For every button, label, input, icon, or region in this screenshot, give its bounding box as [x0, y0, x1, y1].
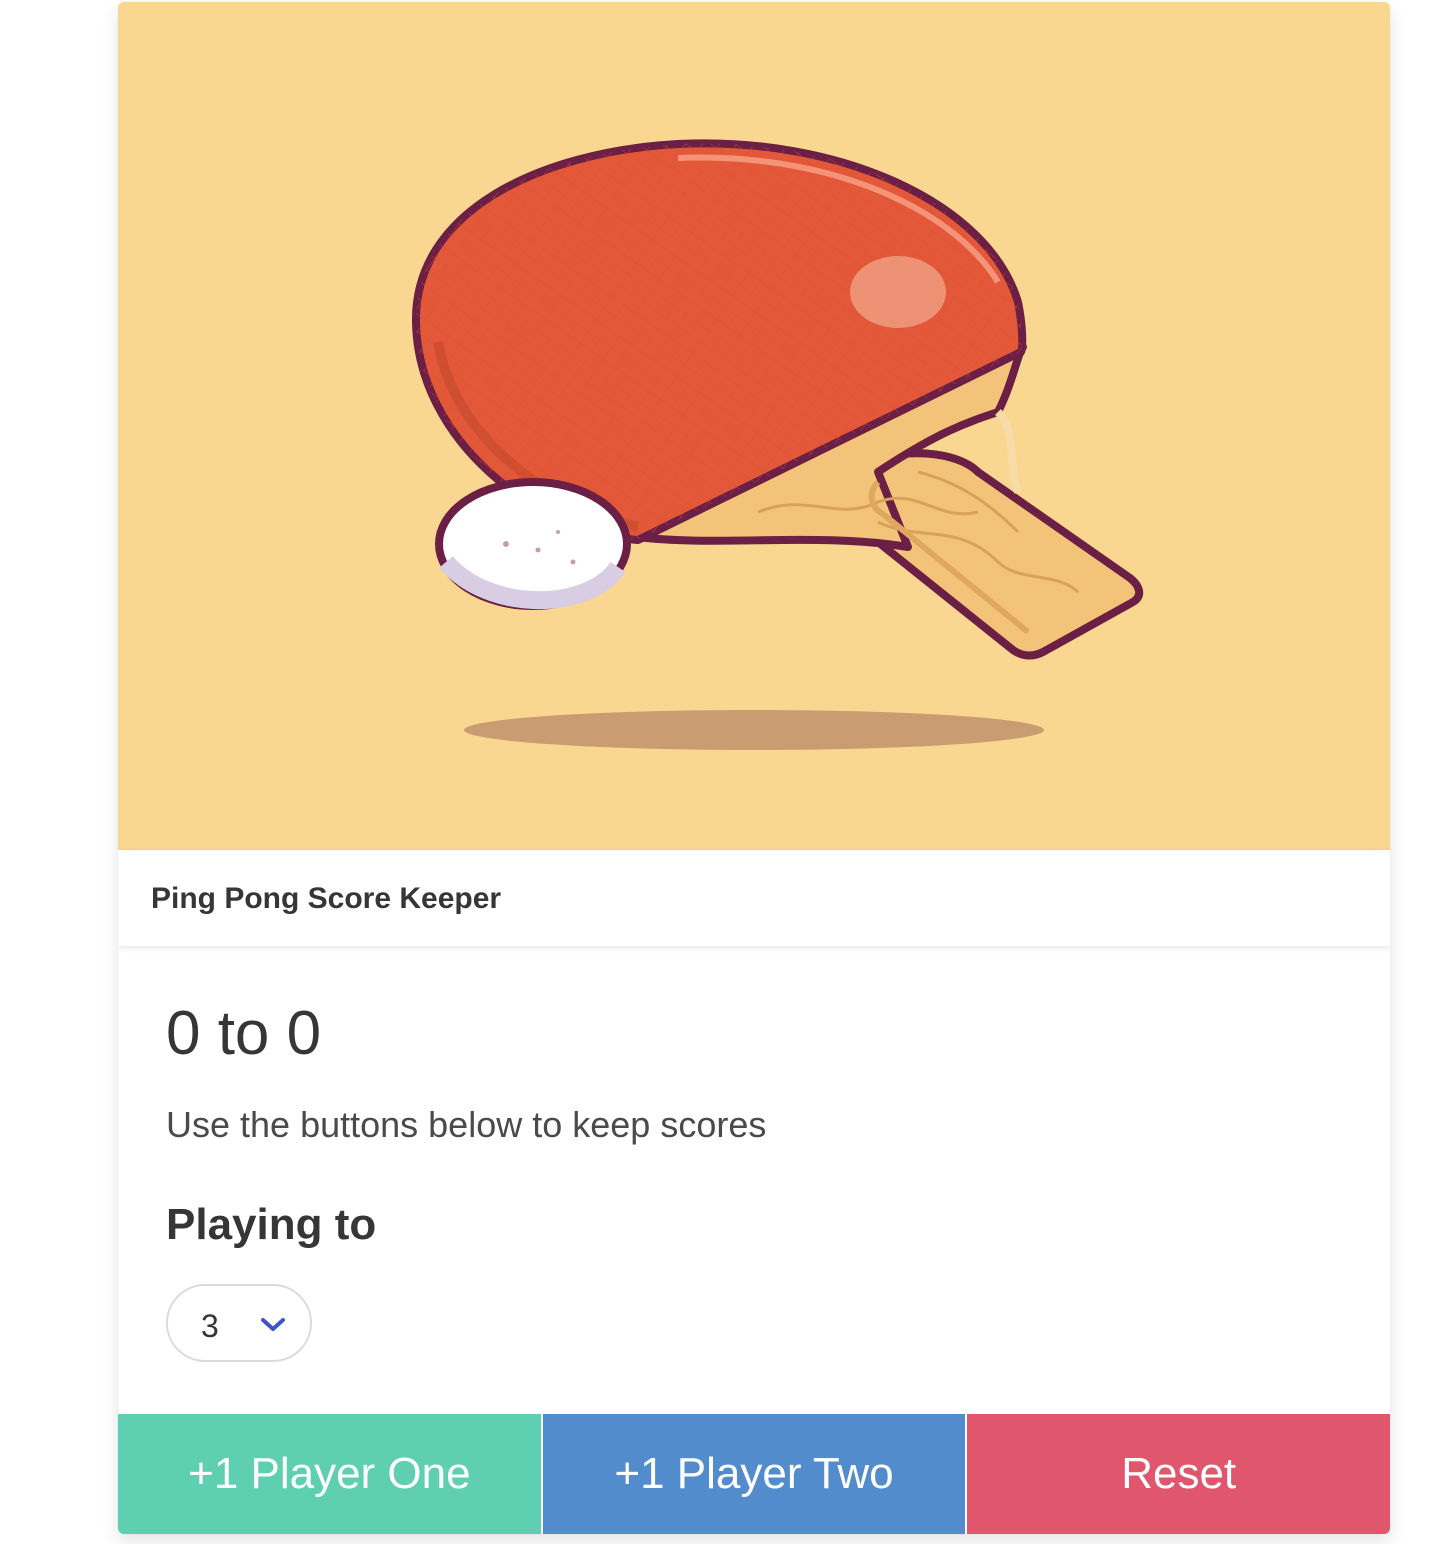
player-two-button[interactable]: +1 Player Two [542, 1414, 966, 1534]
page: Ping Pong Score Keeper 0 to 0 Use the bu… [0, 0, 1438, 1544]
score-keeper-card: Ping Pong Score Keeper 0 to 0 Use the bu… [118, 2, 1390, 1534]
card-image [118, 2, 1390, 850]
reset-button[interactable]: Reset [967, 1414, 1390, 1534]
card-header: Ping Pong Score Keeper [118, 850, 1390, 946]
playing-to-label: Playing to [166, 1200, 377, 1249]
chevron-down-icon [261, 1318, 285, 1331]
playing-to-select[interactable]: 3 [166, 1284, 312, 1362]
card-footer: +1 Player One +1 Player Two Reset [118, 1414, 1390, 1534]
player-one-button[interactable]: +1 Player One [118, 1414, 541, 1534]
instructions-text: Use the buttons below to keep scores [166, 1104, 767, 1145]
score-display: 0 to 0 [166, 999, 322, 1068]
card-header-title: Ping Pong Score Keeper [151, 882, 502, 915]
ping-pong-paddle-illustration [411, 139, 1144, 750]
playing-to-selected-value: 3 [201, 1308, 219, 1344]
